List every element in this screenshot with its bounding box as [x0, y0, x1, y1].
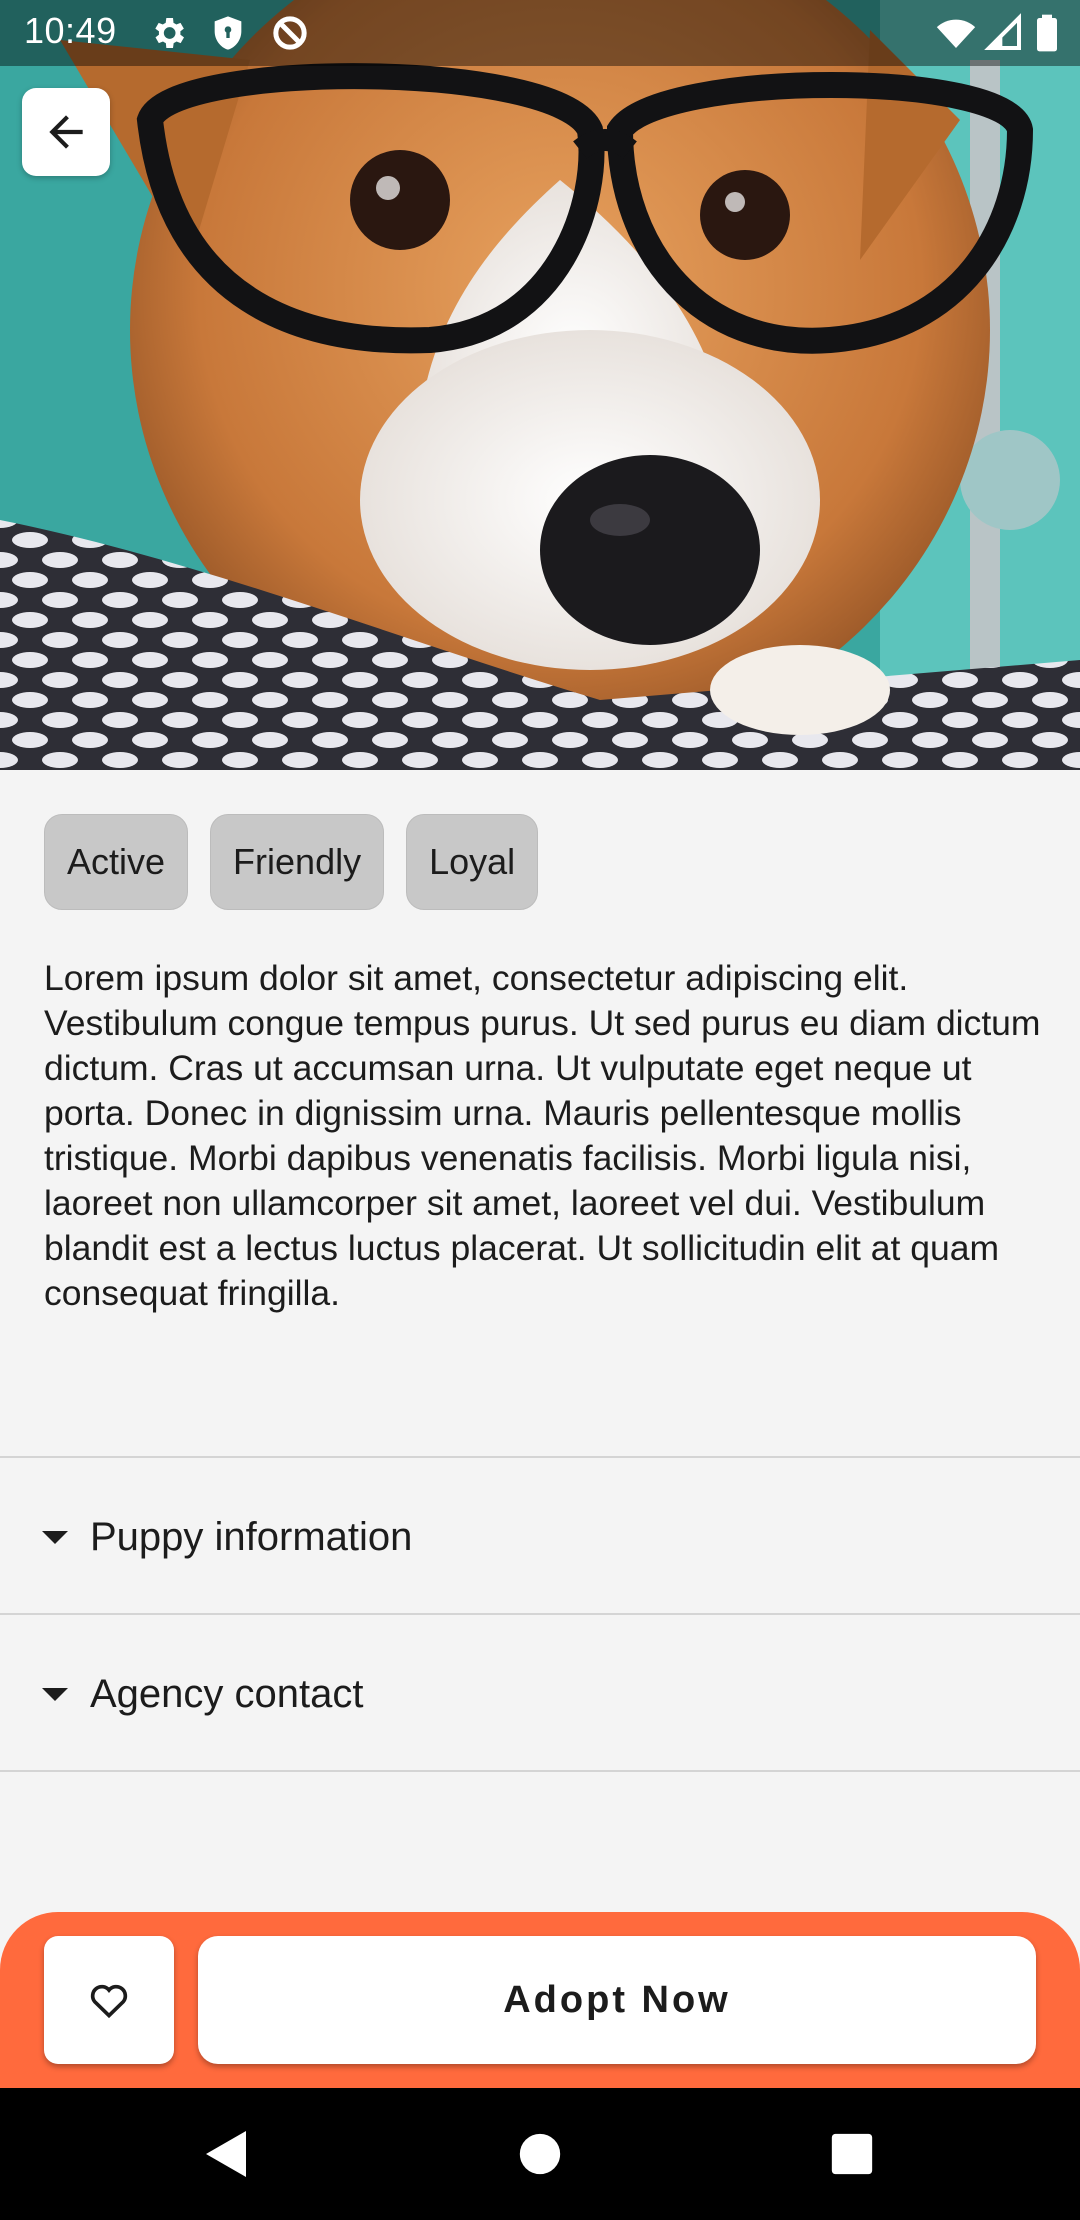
signal-icon — [984, 13, 1021, 50]
battery-icon — [1037, 14, 1057, 52]
trait-chips: Active Friendly Loyal — [44, 814, 539, 910]
action-bar: Adopt Now — [0, 1912, 1080, 2088]
section-puppy-information[interactable]: Puppy information — [0, 1460, 1080, 1614]
section-label: Puppy information — [90, 1514, 413, 1559]
nav-home-icon[interactable] — [512, 2126, 568, 2182]
nav-recents-icon[interactable] — [824, 2126, 880, 2182]
section-agency-contact[interactable]: Agency contact — [0, 1617, 1080, 1771]
adopt-now-button[interactable]: Adopt Now — [198, 1936, 1036, 2064]
hero-image — [0, 0, 1080, 770]
status-bar: 10:49 — [0, 0, 1080, 66]
divider — [0, 1613, 1080, 1615]
heart-outline-icon — [90, 1984, 128, 2019]
gear-icon — [155, 18, 184, 48]
caret-down-icon — [42, 1687, 68, 1701]
shield-icon — [214, 16, 242, 50]
chip-friendly[interactable]: Friendly — [210, 814, 385, 910]
section-label: Agency contact — [90, 1671, 364, 1716]
system-nav-bar — [0, 2088, 1080, 2220]
chip-active[interactable]: Active — [44, 814, 189, 910]
favorite-button[interactable] — [44, 1936, 174, 2064]
divider — [0, 1456, 1080, 1458]
data-saver-icon — [273, 16, 307, 50]
description-text: Lorem ipsum dolor sit amet, consectetur … — [44, 958, 1041, 1313]
divider — [0, 1770, 1080, 1772]
status-time: 10:49 — [24, 10, 117, 51]
chip-loyal[interactable]: Loyal — [406, 814, 539, 910]
nav-back-icon[interactable] — [198, 2126, 254, 2182]
caret-down-icon — [42, 1530, 68, 1544]
back-button[interactable] — [22, 88, 110, 176]
wifi-icon — [936, 19, 976, 48]
arrow-back-icon — [49, 115, 83, 149]
